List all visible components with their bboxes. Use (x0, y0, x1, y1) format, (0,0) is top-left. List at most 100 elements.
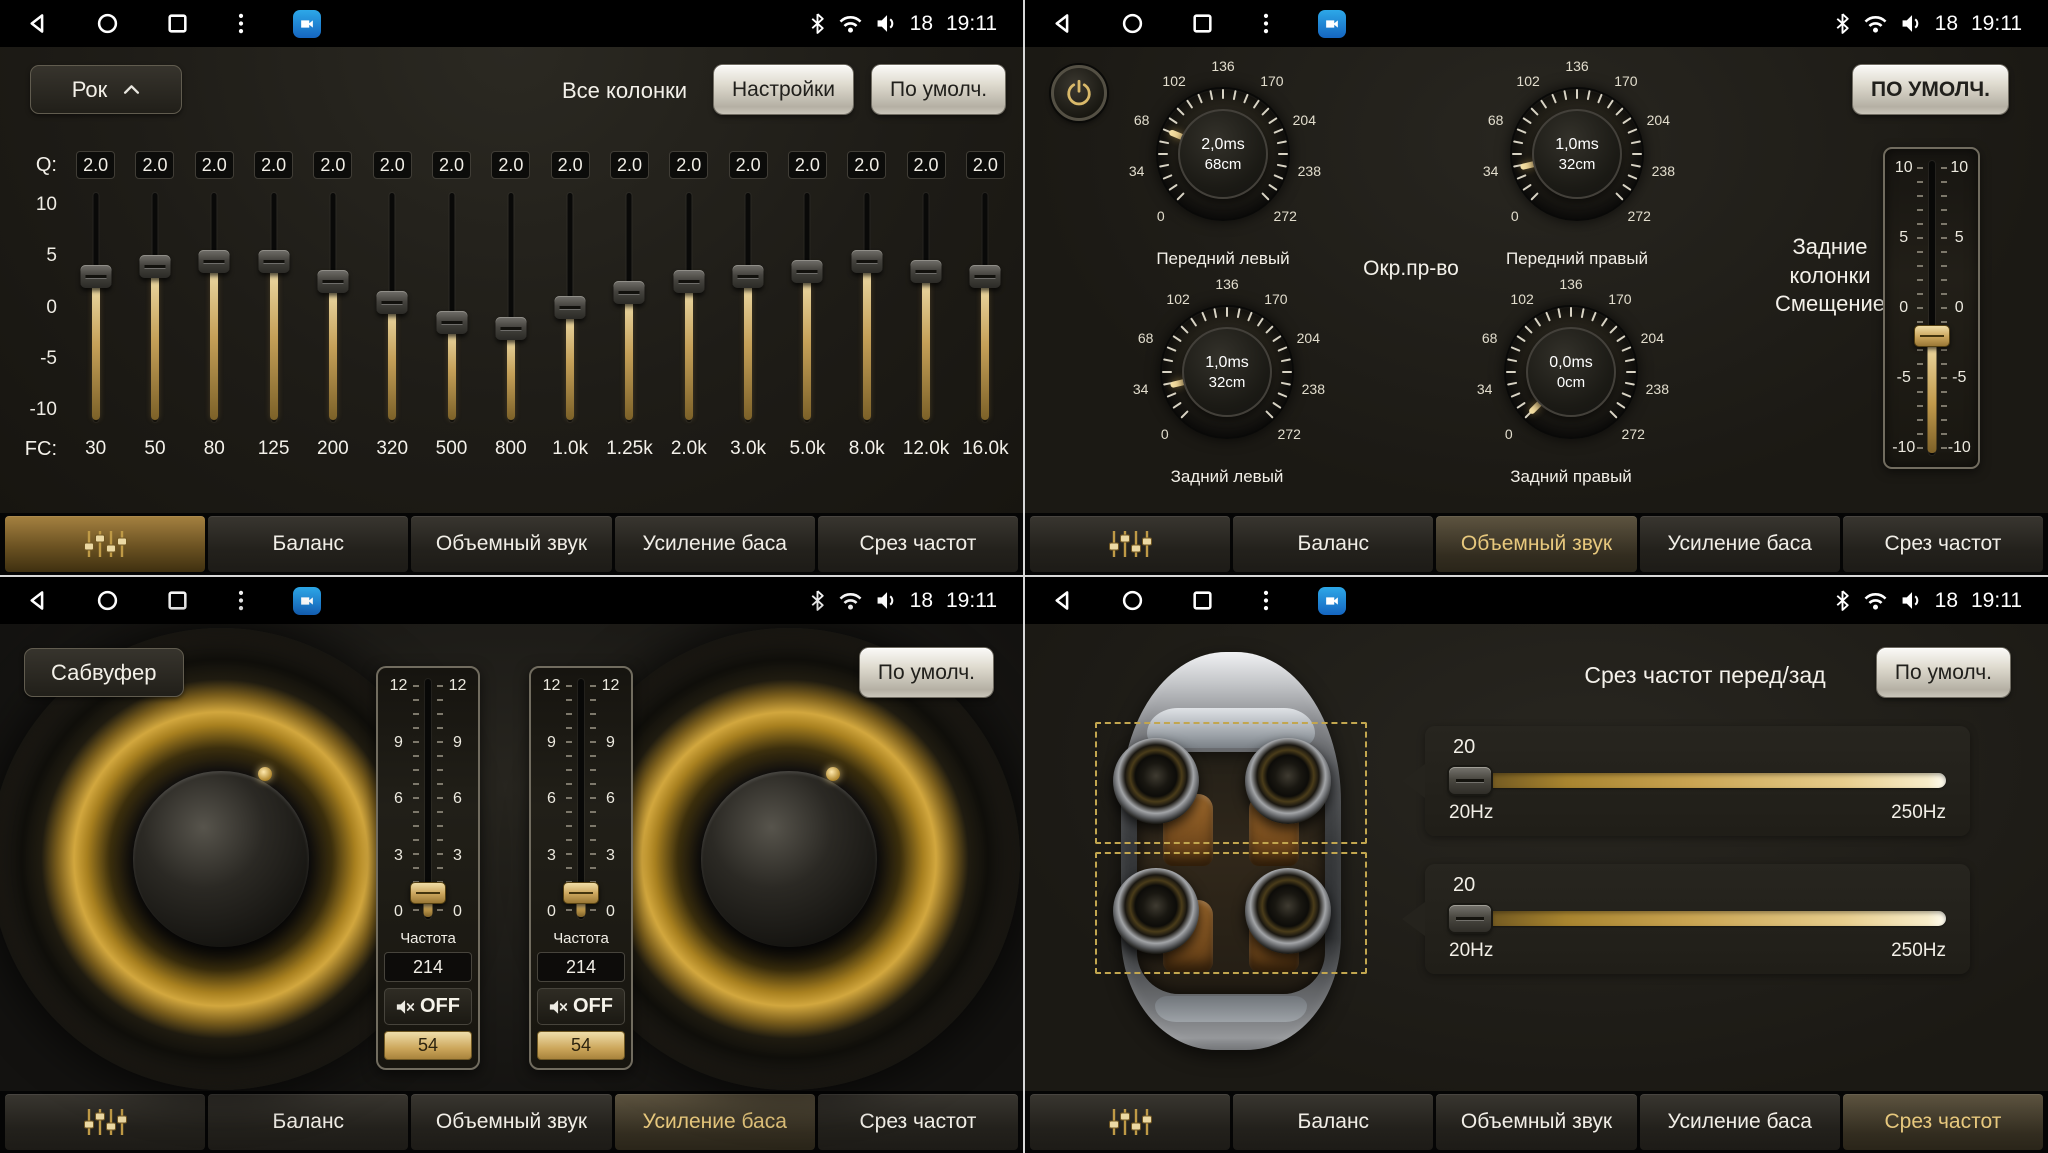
app-icon[interactable] (293, 587, 321, 615)
eq-band-slider[interactable] (185, 193, 244, 422)
eq-band-slider[interactable] (481, 193, 540, 422)
slider-knob[interactable] (911, 260, 942, 283)
slider-knob[interactable] (1449, 905, 1491, 932)
slider-knob[interactable] (436, 311, 467, 334)
crossover-slider[interactable] (1449, 903, 1946, 933)
tab-balance[interactable]: Баланс (1233, 1094, 1433, 1150)
tab-balance[interactable]: Баланс (1233, 516, 1433, 572)
q-value[interactable]: 2.0 (254, 151, 293, 179)
tab-surround-sound[interactable]: Объемный звук (411, 1094, 611, 1150)
recents-icon[interactable] (166, 589, 189, 612)
preset-dropdown[interactable]: Рок (30, 65, 182, 114)
eq-band-slider[interactable] (778, 193, 837, 422)
tab-equalizer[interactable] (5, 516, 205, 572)
tab-balance[interactable]: Баланс (208, 1094, 408, 1150)
front-speakers-zone[interactable] (1095, 722, 1367, 844)
recents-icon[interactable] (1191, 12, 1214, 35)
eq-band-slider[interactable] (896, 193, 955, 422)
q-value[interactable]: 2.0 (610, 151, 649, 179)
q-value[interactable]: 2.0 (788, 151, 827, 179)
tab-bass-boost[interactable]: Усиление баса (615, 1094, 815, 1150)
slider-knob[interactable] (139, 255, 170, 278)
slider-track[interactable] (1483, 911, 1946, 926)
tab-crossover[interactable]: Срез частот (1843, 516, 2043, 572)
q-value[interactable]: 2.0 (76, 151, 115, 179)
tab-equalizer[interactable] (5, 1094, 205, 1150)
q-value[interactable]: 2.0 (195, 151, 234, 179)
eq-band-slider[interactable] (244, 193, 303, 422)
home-icon[interactable] (96, 12, 119, 35)
eq-band-slider[interactable] (659, 193, 718, 422)
gauge-dial[interactable]: 034681021361702042382720,0ms0cm (1461, 279, 1681, 465)
default-button[interactable]: По умолч. (872, 65, 1005, 114)
slider-knob[interactable] (673, 270, 704, 293)
eq-band-slider[interactable] (422, 193, 481, 422)
gauge-dial[interactable]: 034681021361702042382721,0ms32cm (1117, 279, 1337, 465)
tab-bass-boost[interactable]: Усиление баса (1640, 1094, 1840, 1150)
app-icon[interactable] (1318, 10, 1346, 38)
back-icon[interactable] (1051, 589, 1074, 612)
eq-band-slider[interactable] (125, 193, 184, 422)
tab-equalizer[interactable] (1030, 1094, 1230, 1150)
q-value[interactable]: 2.0 (373, 151, 412, 179)
tab-balance[interactable]: Баланс (208, 516, 408, 572)
tab-surround-sound[interactable]: Объемный звук (411, 516, 611, 572)
rear-offset-slider[interactable]: 1050-5-101050-5-10 (1883, 147, 1980, 469)
slider-knob[interactable] (258, 250, 289, 273)
slider-knob[interactable] (1449, 767, 1491, 794)
q-value[interactable]: 2.0 (669, 151, 708, 179)
subwoofer-off-button[interactable]: OFF (384, 988, 472, 1025)
back-icon[interactable] (1051, 12, 1074, 35)
eq-band-slider[interactable] (837, 193, 896, 422)
q-value[interactable]: 2.0 (551, 151, 590, 179)
settings-button[interactable]: Настройки (714, 65, 853, 114)
crossover-slider[interactable] (1449, 765, 1946, 795)
power-button[interactable] (1051, 65, 1107, 121)
slider-knob[interactable] (563, 882, 599, 904)
slider-knob[interactable] (495, 317, 526, 340)
eq-band-slider[interactable] (718, 193, 777, 422)
slider-knob[interactable] (614, 281, 645, 304)
slider-track[interactable] (1483, 773, 1946, 788)
q-value[interactable]: 2.0 (847, 151, 886, 179)
home-icon[interactable] (96, 589, 119, 612)
subwoofer-level-slider[interactable]: 129630129630 (537, 675, 625, 923)
menu-icon[interactable] (236, 12, 246, 35)
slider-knob[interactable] (970, 265, 1001, 288)
default-button[interactable]: По умолч. (860, 648, 993, 697)
q-value[interactable]: 2.0 (313, 151, 352, 179)
eq-band-slider[interactable] (956, 193, 1015, 422)
rear-speakers-zone[interactable] (1095, 852, 1367, 974)
tab-equalizer[interactable] (1030, 516, 1230, 572)
slider-knob[interactable] (410, 882, 446, 904)
default-button[interactable]: ПО УМОЛЧ. (1853, 65, 2008, 114)
subwoofer-button[interactable]: Сабвуфер (24, 648, 184, 697)
q-value[interactable]: 2.0 (135, 151, 174, 179)
tab-crossover[interactable]: Срез частот (818, 1094, 1018, 1150)
home-icon[interactable] (1121, 12, 1144, 35)
q-value[interactable]: 2.0 (729, 151, 768, 179)
back-icon[interactable] (26, 12, 49, 35)
slider-knob[interactable] (733, 265, 764, 288)
tab-bass-boost[interactable]: Усиление баса (1640, 516, 1840, 572)
subwoofer-level-slider[interactable]: 129630129630 (384, 675, 472, 923)
recents-icon[interactable] (1191, 589, 1214, 612)
tab-crossover[interactable]: Срез частот (818, 516, 1018, 572)
app-icon[interactable] (293, 10, 321, 38)
slider-knob[interactable] (555, 296, 586, 319)
q-value[interactable]: 2.0 (491, 151, 530, 179)
eq-band-slider[interactable] (303, 193, 362, 422)
gauge-dial[interactable]: 034681021361702042382722,0ms68cm (1113, 61, 1333, 247)
app-icon[interactable] (1318, 587, 1346, 615)
eq-band-slider[interactable] (66, 193, 125, 422)
gauge-dial[interactable]: 034681021361702042382721,0ms32cm (1467, 61, 1687, 247)
eq-band-slider[interactable] (600, 193, 659, 422)
eq-band-slider[interactable] (363, 193, 422, 422)
slider-knob[interactable] (80, 265, 111, 288)
tab-surround-sound[interactable]: Объемный звук (1436, 516, 1636, 572)
menu-icon[interactable] (1261, 589, 1271, 612)
slider-knob[interactable] (317, 270, 348, 293)
q-value[interactable]: 2.0 (907, 151, 946, 179)
subwoofer-off-button[interactable]: OFF (537, 988, 625, 1025)
slider-knob[interactable] (851, 250, 882, 273)
